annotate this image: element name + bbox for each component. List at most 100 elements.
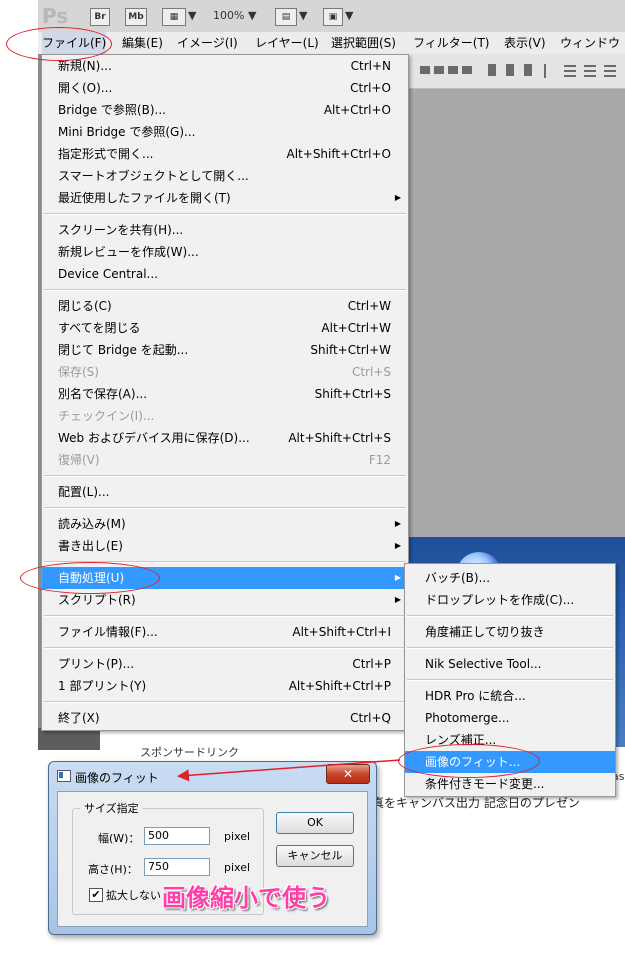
menu-item-label: 1 部プリント(Y) xyxy=(58,679,147,693)
menu-item-label: バッチ(B)... xyxy=(425,571,491,585)
file-menu-item[interactable]: ファイル情報(F)... Alt+Shift+Ctrl+I xyxy=(42,621,408,643)
app-bar: Ps Br Mb ▦ ▼ 100% ▼ ▤ ▼ ▣ ▼ xyxy=(38,0,625,33)
menu-window[interactable]: ウィンドウ xyxy=(560,32,620,54)
automate-menu-item[interactable]: HDR Pro に統合... xyxy=(405,685,615,707)
size-group-label: サイズ指定 xyxy=(80,800,143,816)
menu-separator xyxy=(44,615,406,617)
width-input[interactable] xyxy=(144,827,210,845)
file-menu-item[interactable]: プリント(P)... Ctrl+P xyxy=(42,653,408,675)
menu-item-label: スマートオブジェクトとして開く... xyxy=(58,169,249,183)
screen-mode-button[interactable]: ▣ xyxy=(323,8,343,26)
chevron-down-icon[interactable]: ▼ xyxy=(188,9,196,22)
annotation-ring-automate xyxy=(20,562,160,594)
automate-menu-item[interactable]: 角度補正して切り抜き xyxy=(405,621,615,643)
automate-menu-item[interactable]: 条件付きモード変更... xyxy=(405,773,615,795)
submenu-arrow-icon: ▶ xyxy=(394,193,401,202)
menu-edit[interactable]: 編集(E) xyxy=(122,32,163,54)
width-unit: pixel xyxy=(224,830,251,843)
chevron-down-icon[interactable]: ▼ xyxy=(299,9,307,22)
menu-item-label: ファイル情報(F)... xyxy=(58,625,158,639)
file-menu-item: 復帰(V) F12 xyxy=(42,449,408,471)
menu-image[interactable]: イメージ(I) xyxy=(177,32,238,54)
ok-button[interactable]: OK xyxy=(276,812,354,834)
dialog-close-button[interactable]: ✕ xyxy=(326,764,370,784)
height-unit: pixel xyxy=(224,861,251,874)
bridge-button[interactable]: Br xyxy=(90,8,110,26)
menu-item-shortcut: Ctrl+O xyxy=(350,81,391,95)
file-menu-item[interactable]: 終了(X) Ctrl+Q xyxy=(42,707,408,729)
menu-item-shortcut: Ctrl+W xyxy=(347,299,391,313)
menu-item-label: 読み込み(M) xyxy=(58,517,126,531)
menu-item-shortcut: Alt+Ctrl+W xyxy=(321,321,391,335)
menu-item-label: 閉じて Bridge を起動... xyxy=(58,343,189,357)
file-menu-item[interactable]: 別名で保存(A)... Shift+Ctrl+S xyxy=(42,383,408,405)
menu-item-label: 最近使用したファイルを開く(T) xyxy=(58,191,231,205)
file-menu-item[interactable]: 新規(N)... Ctrl+N xyxy=(42,55,408,77)
canvas-area xyxy=(408,89,625,537)
view-extras-button[interactable]: ▦ xyxy=(162,8,186,26)
height-input[interactable] xyxy=(144,858,210,876)
automate-menu-item[interactable]: Photomerge... xyxy=(405,707,615,729)
file-menu-item[interactable]: 新規レビューを作成(W)... xyxy=(42,241,408,263)
automate-menu-item[interactable]: バッチ(B)... xyxy=(405,567,615,589)
file-menu-item[interactable]: 配置(L)... xyxy=(42,481,408,503)
menu-item-label: 新規レビューを作成(W)... xyxy=(58,245,199,259)
submenu-arrow-icon: ▶ xyxy=(394,573,401,582)
arrange-documents-button[interactable]: ▤ xyxy=(275,8,297,26)
chevron-down-icon[interactable]: ▼ xyxy=(345,9,353,22)
automate-menu-item[interactable]: ドロップレットを作成(C)... xyxy=(405,589,615,611)
menu-separator xyxy=(44,213,406,215)
menu-item-shortcut: Alt+Shift+Ctrl+I xyxy=(292,625,391,639)
menu-item-label: 角度補正して切り抜き xyxy=(425,625,545,639)
menu-item-label: Device Central... xyxy=(58,267,158,281)
options-bar xyxy=(408,54,625,89)
menu-filter[interactable]: フィルター(T) xyxy=(413,32,489,54)
file-menu-item[interactable]: スクリーンを共有(H)... xyxy=(42,219,408,241)
menu-item-label: 復帰(V) xyxy=(58,453,100,467)
file-menu-item[interactable]: 1 部プリント(Y) Alt+Shift+Ctrl+P xyxy=(42,675,408,697)
menu-item-label: 開く(O)... xyxy=(58,81,113,95)
chevron-down-icon[interactable]: ▼ xyxy=(248,9,256,22)
menu-item-shortcut: Ctrl+Q xyxy=(350,711,391,725)
menu-item-shortcut: F12 xyxy=(368,453,391,467)
menu-item-shortcut: Ctrl+N xyxy=(350,59,391,73)
menu-item-label: 指定形式で開く... xyxy=(58,147,154,161)
menu-item-label: Mini Bridge で参照(G)... xyxy=(58,125,196,139)
menu-item-shortcut: Alt+Shift+Ctrl+S xyxy=(288,431,391,445)
file-menu-item[interactable]: 最近使用したファイルを開く(T) ▶ xyxy=(42,187,408,209)
menu-item-label: 書き出し(E) xyxy=(58,539,123,553)
menu-select[interactable]: 選択範囲(S) xyxy=(331,32,396,54)
cancel-button[interactable]: キャンセル xyxy=(276,845,354,867)
file-menu-item[interactable]: 閉じて Bridge を起動... Shift+Ctrl+W xyxy=(42,339,408,361)
file-menu-item[interactable]: Device Central... xyxy=(42,263,408,285)
file-menu-item[interactable]: Mini Bridge で参照(G)... xyxy=(42,121,408,143)
file-menu-item[interactable]: 読み込み(M) ▶ xyxy=(42,513,408,535)
mini-bridge-button[interactable]: Mb xyxy=(125,8,147,26)
menu-item-shortcut: Shift+Ctrl+W xyxy=(310,343,391,357)
dialog-app-icon xyxy=(57,770,71,782)
menu-item-shortcut: Alt+Shift+Ctrl+P xyxy=(288,679,391,693)
zoom-level[interactable]: 100% xyxy=(213,9,244,22)
file-menu-item[interactable]: Web およびデバイス用に保存(D)... Alt+Shift+Ctrl+S xyxy=(42,427,408,449)
file-menu-item[interactable]: Bridge で参照(B)... Alt+Ctrl+O xyxy=(42,99,408,121)
menu-separator xyxy=(44,647,406,649)
menu-item-label: HDR Pro に統合... xyxy=(425,689,526,703)
file-menu-item[interactable]: 開く(O)... Ctrl+O xyxy=(42,77,408,99)
automate-menu-item[interactable]: Nik Selective Tool... xyxy=(405,653,615,675)
menu-view[interactable]: 表示(V) xyxy=(504,32,546,54)
menu-separator xyxy=(44,289,406,291)
file-menu-item[interactable]: すべてを閉じる Alt+Ctrl+W xyxy=(42,317,408,339)
file-menu-item[interactable]: 指定形式で開く... Alt+Shift+Ctrl+O xyxy=(42,143,408,165)
file-menu-item[interactable]: 閉じる(C) Ctrl+W xyxy=(42,295,408,317)
menu-item-shortcut: Ctrl+S xyxy=(351,365,391,379)
menu-item-label: 別名で保存(A)... xyxy=(58,387,148,401)
menu-separator xyxy=(407,615,613,617)
file-menu-item[interactable]: スマートオブジェクトとして開く... xyxy=(42,165,408,187)
menu-item-label: Nik Selective Tool... xyxy=(425,657,542,671)
menu-item-shortcut: Alt+Shift+Ctrl+O xyxy=(286,147,391,161)
no-enlarge-checkbox[interactable]: ✔ xyxy=(89,888,103,902)
align-icons[interactable] xyxy=(408,54,625,88)
menu-layer[interactable]: レイヤー(L) xyxy=(255,32,319,54)
file-menu-item[interactable]: 書き出し(E) ▶ xyxy=(42,535,408,557)
dialog-title: 画像のフィット xyxy=(75,771,159,785)
